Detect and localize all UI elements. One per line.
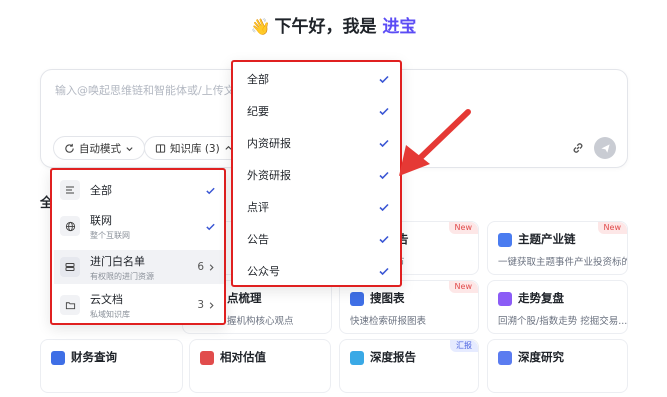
book-icon xyxy=(155,143,166,153)
tile-deep-research[interactable]: 深度研究 xyxy=(487,339,628,393)
kb-item-count: 6 xyxy=(197,261,204,273)
new-badge: New xyxy=(448,281,478,293)
kb-item-sub: 私域知识库 xyxy=(90,309,130,319)
check-icon xyxy=(379,267,389,276)
chevron-right-icon xyxy=(209,301,214,309)
trend-icon xyxy=(498,292,512,306)
valuation-icon xyxy=(200,351,214,365)
list-icon xyxy=(60,180,80,200)
tile-title: 财务查询 xyxy=(71,350,117,364)
kb-item-cloud-docs[interactable]: 云文档 私域知识库 3 xyxy=(54,288,224,322)
filter-item-label: 内资研报 xyxy=(247,137,291,150)
check-icon xyxy=(379,203,389,212)
filter-item-label: 外资研报 xyxy=(247,169,291,182)
check-icon xyxy=(379,75,389,84)
kb-item-label: 全部 xyxy=(90,184,112,197)
auto-mode-label: 自动模式 xyxy=(79,142,121,155)
filter-item-label: 全部 xyxy=(247,73,269,86)
tile-search-charts[interactable]: 搜图表 快速检索研报图表 New xyxy=(339,280,479,334)
new-badge: New xyxy=(448,222,478,234)
filter-item-announcements[interactable]: 公告 xyxy=(233,223,400,255)
tile-deep-report[interactable]: 深度报告 汇报 xyxy=(339,339,479,393)
auto-mode-button[interactable]: 自动模式 xyxy=(53,136,145,160)
tile-relative-valuation[interactable]: 相对估值 xyxy=(189,339,331,393)
tile-title: 深度研究 xyxy=(518,350,564,364)
source-filter-menu: 全部 纪要 内资研报 外资研报 点评 公告 公众号 xyxy=(231,60,402,287)
server-icon xyxy=(60,257,80,277)
chevron-right-icon xyxy=(209,263,214,271)
research-icon xyxy=(498,351,512,365)
assistant-name: 进宝 xyxy=(382,17,417,37)
filter-item-foreign-research[interactable]: 外资研报 xyxy=(233,159,400,191)
greeting-heading: 👋 下午好，我是 进宝 xyxy=(0,12,667,37)
filter-item-label: 纪要 xyxy=(247,105,269,118)
chat-input-placeholder[interactable]: 输入@唤起思维链和智能体或/上传文 xyxy=(55,82,235,98)
knowledge-base-label: 知识库 (3) xyxy=(170,142,220,155)
kb-item-label: 进门白名单 xyxy=(90,254,145,268)
tile-financial-query[interactable]: 财务查询 xyxy=(40,339,183,393)
tile-title: 点梳理 xyxy=(227,291,262,305)
tile-trend-review[interactable]: 走势复盘 回溯个股/指数走势 挖掘交易... xyxy=(487,280,628,334)
knowledge-base-button[interactable]: 知识库 (3) xyxy=(144,136,244,160)
refresh-icon xyxy=(65,143,74,153)
kb-item-label: 云文档 xyxy=(90,292,123,306)
new-badge: New xyxy=(597,222,627,234)
tile-title: 主题产业链 xyxy=(518,232,576,246)
folder-icon xyxy=(60,295,80,315)
kb-item-whitelist[interactable]: 进门白名单 有权限的进门资源 6 xyxy=(54,250,224,284)
check-icon xyxy=(379,171,389,180)
globe-icon xyxy=(60,216,80,236)
tile-desc: 一键获取主题事件产业投资标的 xyxy=(498,257,628,268)
send-button[interactable] xyxy=(594,137,616,159)
tile-desc: 握机构核心观点 xyxy=(227,316,294,327)
filter-item-wechat-accounts[interactable]: 公众号 xyxy=(233,255,400,287)
filter-item-label: 公告 xyxy=(247,233,269,246)
report-icon xyxy=(350,351,364,365)
tile-title: 深度报告 xyxy=(370,350,416,364)
kb-item-sub: 整个互联网 xyxy=(90,230,130,240)
greeting-prefix: 下午好，我是 xyxy=(274,17,383,37)
check-icon xyxy=(206,223,215,230)
chevron-down-icon xyxy=(126,146,133,151)
filter-item-label: 公众号 xyxy=(247,265,280,278)
chain-icon xyxy=(498,233,512,247)
finance-icon xyxy=(51,351,65,365)
tile-title: 走势复盘 xyxy=(518,291,564,305)
kb-item-count: 3 xyxy=(197,299,204,311)
link-icon[interactable] xyxy=(571,141,585,155)
tile-desc: 回溯个股/指数走势 挖掘交易... xyxy=(498,316,628,327)
send-icon xyxy=(600,143,610,153)
check-icon xyxy=(379,139,389,148)
wave-emoji: 👋 xyxy=(250,17,271,36)
kb-item-label: 联网 xyxy=(90,213,112,227)
knowledge-base-menu: 全部 联网 整个互联网 进门白名单 有权限的进门资源 6 云文档 私域知识库 3 xyxy=(50,168,226,325)
tile-title: 搜图表 xyxy=(370,291,405,305)
kb-item-web[interactable]: 联网 整个互联网 xyxy=(54,209,224,243)
filter-item-label: 点评 xyxy=(247,201,269,214)
check-icon xyxy=(206,187,215,194)
check-icon xyxy=(379,107,389,116)
kb-item-sub: 有权限的进门资源 xyxy=(90,271,154,281)
chart-search-icon xyxy=(350,292,364,306)
filter-item-minutes[interactable]: 纪要 xyxy=(233,95,400,127)
filter-item-comments[interactable]: 点评 xyxy=(233,191,400,223)
filter-item-all[interactable]: 全部 xyxy=(233,63,400,95)
tile-title: 相对估值 xyxy=(220,350,266,364)
check-icon xyxy=(379,235,389,244)
kb-item-all[interactable]: 全部 xyxy=(54,173,224,207)
tile-desc: 快速检索研报图表 xyxy=(350,316,427,327)
filter-item-domestic-research[interactable]: 内资研报 xyxy=(233,127,400,159)
report-badge: 汇报 xyxy=(450,340,478,352)
tile-theme-industry-chain[interactable]: 主题产业链 一键获取主题事件产业投资标的 New xyxy=(487,221,628,275)
